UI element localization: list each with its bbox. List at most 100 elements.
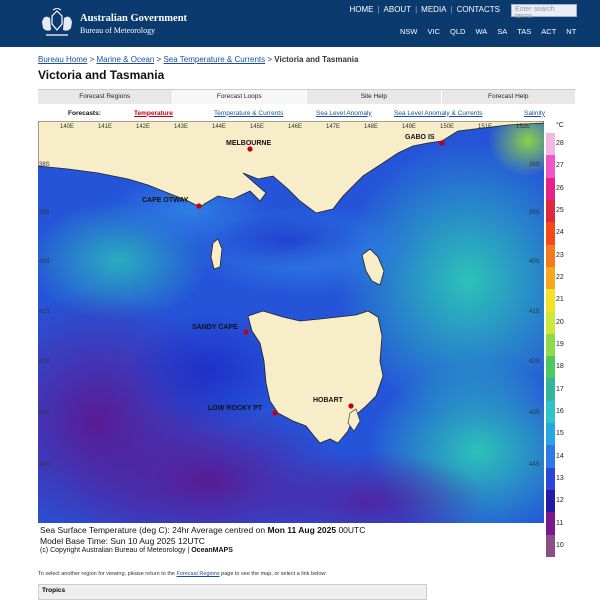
colorbar-tick-label: 14 xyxy=(556,452,564,460)
colorbar-swatches xyxy=(546,133,555,557)
colorbar-swatch xyxy=(546,155,555,178)
state-qld-link[interactable]: QLD xyxy=(450,27,465,36)
nav-media-link[interactable]: MEDIA xyxy=(417,5,450,14)
colorbar-swatch xyxy=(546,467,555,490)
search-input[interactable]: Enter search terms xyxy=(511,4,577,20)
state-nav: NSW VIC QLD WA SA TAS ACT NT xyxy=(400,27,586,36)
colorbar-swatch xyxy=(546,356,555,379)
low-rocky-pt-marker[interactable] xyxy=(272,410,278,416)
lat-label: 39S xyxy=(39,210,50,216)
colorbar-swatch xyxy=(546,199,555,223)
colorbar-tick-label: 15 xyxy=(556,430,564,438)
map-caption: Sea Surface Temperature (deg C): 24hr Av… xyxy=(40,525,365,557)
tab-site-help[interactable]: Site Help xyxy=(307,90,442,104)
state-vic-link[interactable]: VIC xyxy=(428,27,441,36)
colorbar-tick-label: 22 xyxy=(556,274,564,282)
hobart-label: HOBART xyxy=(313,397,344,404)
forecast-sla-link[interactable]: Sea Level Anomaly xyxy=(316,110,394,117)
colorbar-swatch xyxy=(546,177,555,200)
lon-label: 152E xyxy=(516,124,530,130)
forecast-temp-currents-link[interactable]: Temperature & Currents xyxy=(214,110,316,117)
tab-forecast-loops[interactable]: Forecast Loops xyxy=(172,90,307,104)
colorbar-swatch xyxy=(546,222,555,245)
lon-label: 151E xyxy=(478,124,492,130)
colorbar-tick-label: 11 xyxy=(556,519,564,527)
sandy-cape-label: SANDY CAPE xyxy=(192,324,238,331)
gabo-is-label: GABO IS xyxy=(405,134,435,141)
lon-label: 140E xyxy=(60,124,74,130)
tab-bar: Forecast Regions Forecast Loops Site Hel… xyxy=(38,89,576,104)
low-rocky-pt-label: LOW ROCKY PT xyxy=(208,405,263,412)
breadcrumb-sea-temp[interactable]: Sea Temperature & Currents xyxy=(163,55,265,64)
lon-label: 150E xyxy=(440,124,454,130)
gov-line1: Australian Government xyxy=(80,13,188,24)
state-wa-link[interactable]: WA xyxy=(475,27,487,36)
lon-label: 143E xyxy=(174,124,188,130)
colorbar-tick-label: 20 xyxy=(556,318,564,326)
lat-label: 40S xyxy=(39,259,50,265)
colorbar-tick-label: 24 xyxy=(556,229,564,237)
hobart-marker[interactable] xyxy=(348,403,354,409)
colorbar-swatch xyxy=(546,534,555,557)
regions-table: Tropics xyxy=(38,584,427,600)
lat-label: 44S xyxy=(529,462,540,468)
gabo-is-marker[interactable] xyxy=(439,140,445,146)
nav-contacts-link[interactable]: CONTACTS xyxy=(453,5,504,14)
lat-label: 43S xyxy=(39,410,50,416)
tab-forecast-regions[interactable]: Forecast Regions xyxy=(38,90,173,104)
state-act-link[interactable]: ACT xyxy=(541,27,556,36)
state-sa-link[interactable]: SA xyxy=(497,27,507,36)
lat-label: 41S xyxy=(529,309,540,315)
site-header: Australian Government Bureau of Meteorol… xyxy=(0,0,600,47)
lon-label: 147E xyxy=(326,124,340,130)
forecast-sla-currents-link[interactable]: Sea Level Anomaly & Currents xyxy=(394,110,524,117)
state-tas-link[interactable]: TAS xyxy=(517,27,531,36)
cape-otway-marker[interactable] xyxy=(196,203,202,209)
page-title: Victoria and Tasmania xyxy=(38,68,165,82)
colorbar-tick-label: 19 xyxy=(556,341,564,348)
colorbar-swatch xyxy=(546,311,555,334)
regions-table-header[interactable]: Tropics xyxy=(39,585,426,596)
forecast-regions-link[interactable]: Forecast Regions xyxy=(177,571,220,577)
sst-map[interactable]: 140E 141E 142E 143E 144E 145E 146E 147E … xyxy=(38,121,544,523)
tab-forecast-help[interactable]: Forecast Help xyxy=(442,90,576,104)
colorbar-tick-label: 21 xyxy=(556,296,564,304)
oceanmaps-brand: OceanMAPS xyxy=(191,547,233,554)
state-nsw-link[interactable]: NSW xyxy=(400,27,418,36)
forecast-temperature-link[interactable]: Temperature xyxy=(134,110,214,117)
melbourne-marker[interactable] xyxy=(247,146,253,152)
lon-label: 144E xyxy=(212,124,226,130)
nav-home-link[interactable]: HOME xyxy=(345,5,377,14)
lon-label: 149E xyxy=(402,124,416,130)
gov-title[interactable]: Australian Government Bureau of Meteorol… xyxy=(80,13,187,37)
nav-about-link[interactable]: ABOUT xyxy=(380,5,416,14)
forecast-links: Forecasts: Temperature Temperature & Cur… xyxy=(38,106,576,120)
colorbar-tick-label: 17 xyxy=(556,385,564,393)
colorbar-swatch xyxy=(546,400,555,424)
sandy-cape-marker[interactable] xyxy=(243,329,249,335)
caption-line1: Sea Surface Temperature (deg C): 24hr Av… xyxy=(40,525,366,535)
melbourne-label: MELBOURNE xyxy=(226,140,271,147)
sst-map-svg: 140E 141E 142E 143E 144E 145E 146E 147E … xyxy=(38,121,544,523)
forecast-salinity-link[interactable]: Salinity xyxy=(524,110,545,117)
forecasts-label: Forecasts: xyxy=(68,109,101,117)
colorbar-swatch xyxy=(546,490,555,513)
lat-label: 42S xyxy=(529,359,540,365)
lat-label: 41S xyxy=(39,309,50,315)
state-nt-link[interactable]: NT xyxy=(566,27,576,36)
colorbar-tick-label: 12 xyxy=(556,497,564,505)
lon-label: 146E xyxy=(288,124,302,130)
gov-line2: Bureau of Meteorology xyxy=(80,26,156,35)
breadcrumb-marine-ocean[interactable]: Marine & Ocean xyxy=(97,55,155,64)
lon-label: 145E xyxy=(250,124,264,130)
breadcrumb-bureau-home[interactable]: Bureau Home xyxy=(38,55,87,64)
breadcrumb: Bureau Home > Marine & Ocean > Sea Tempe… xyxy=(38,55,359,64)
lat-label: 39S xyxy=(529,210,540,216)
colorbar-swatch xyxy=(546,289,555,312)
lon-label: 141E xyxy=(98,124,112,130)
colorbar-tick-label: 18 xyxy=(556,363,564,371)
colorbar-swatch xyxy=(546,133,555,156)
colorbar-swatch xyxy=(546,244,555,267)
colorbar-tick-label: 16 xyxy=(556,407,564,415)
caption-line2: Model Base Time: Sun 10 Aug 2025 12UTC xyxy=(40,535,205,546)
